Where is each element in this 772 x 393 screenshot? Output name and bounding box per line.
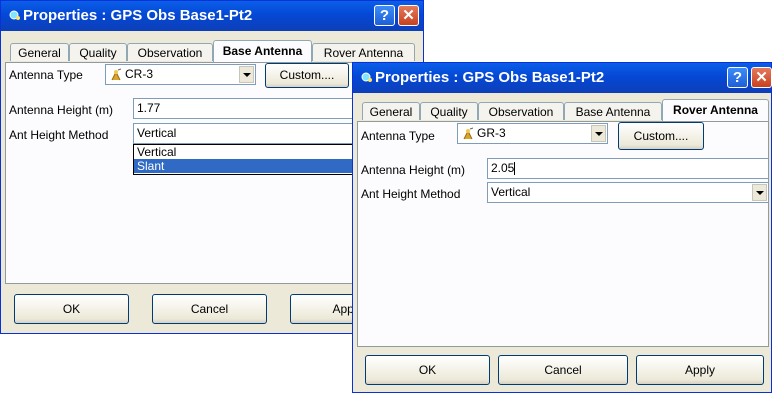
ant-height-method-combo[interactable]: Vertical [133,123,363,144]
satellite-dot-icon [361,72,372,82]
ant-height-method-value: Vertical [491,185,531,199]
chevron-down-icon[interactable] [239,66,254,83]
ant-height-method-dropdown: Vertical Slant [133,144,363,175]
title-bar[interactable]: Properties : GPS Obs Base1-Pt2 ? ✕ [353,63,772,93]
tab-quality[interactable]: Quality [69,43,127,61]
dropdown-option-vertical[interactable]: Vertical [134,145,362,159]
tab-general[interactable]: General [362,102,420,120]
cancel-button[interactable]: Cancel [498,355,628,385]
tab-base-antenna[interactable]: Base Antenna [213,40,312,62]
antenna-type-label: Antenna Type [9,68,83,82]
antenna-height-value: 2.05 [491,161,515,175]
antenna-icon [111,68,122,81]
dialog-title: Properties : GPS Obs Base1-Pt2 [23,7,253,24]
chevron-down-icon[interactable] [752,184,767,201]
tab-panel [357,121,769,347]
tab-general[interactable]: General [10,43,69,61]
tab-rover-antenna[interactable]: Rover Antenna [662,99,769,121]
antenna-height-input[interactable]: 2.05 [487,158,769,179]
button-bar: OK Cancel Apply [353,347,771,392]
antenna-height-label: Antenna Height (m) [361,163,466,177]
text-caret [514,162,516,176]
dialog-title: Properties : GPS Obs Base1-Pt2 [375,69,605,86]
cancel-button[interactable]: Cancel [152,294,267,324]
antenna-type-combo[interactable]: GR-3 [457,123,608,144]
tab-rover-antenna[interactable]: Rover Antenna [312,43,415,61]
tab-quality[interactable]: Quality [420,102,478,120]
dropdown-option-slant[interactable]: Slant [134,159,362,173]
chevron-down-icon[interactable] [591,125,606,142]
apply-button[interactable]: Apply [636,355,764,385]
tab-observation[interactable]: Observation [127,43,213,61]
antenna-icon [463,127,474,140]
ok-button[interactable]: OK [365,355,490,385]
help-icon[interactable]: ? [727,67,748,88]
custom-button[interactable]: Custom.... [265,63,349,88]
ant-height-method-label: Ant Height Method [9,128,109,142]
antenna-type-combo[interactable]: CR-3 [105,64,256,85]
antenna-height-input[interactable]: 1.77 [133,98,363,119]
antenna-height-label: Antenna Height (m) [9,103,114,117]
custom-button[interactable]: Custom.... [618,122,704,150]
help-icon[interactable]: ? [374,5,395,26]
ant-height-method-label: Ant Height Method [361,187,461,201]
antenna-type-value: GR-3 [477,126,506,140]
ant-height-method-combo[interactable]: Vertical [487,182,769,203]
close-icon[interactable]: ✕ [751,67,772,88]
antenna-type-label: Antenna Type [361,129,435,143]
satellite-dot-icon [9,10,20,20]
antenna-type-value: CR-3 [125,67,154,81]
properties-dialog-rover: Properties : GPS Obs Base1-Pt2 ? ✕ Gener… [352,62,772,393]
ok-button[interactable]: OK [14,294,129,324]
tab-observation[interactable]: Observation [478,102,564,120]
title-bar[interactable]: Properties : GPS Obs Base1-Pt2 ? ✕ [1,1,423,31]
tab-base-antenna[interactable]: Base Antenna [564,102,662,120]
close-icon[interactable]: ✕ [398,5,419,26]
